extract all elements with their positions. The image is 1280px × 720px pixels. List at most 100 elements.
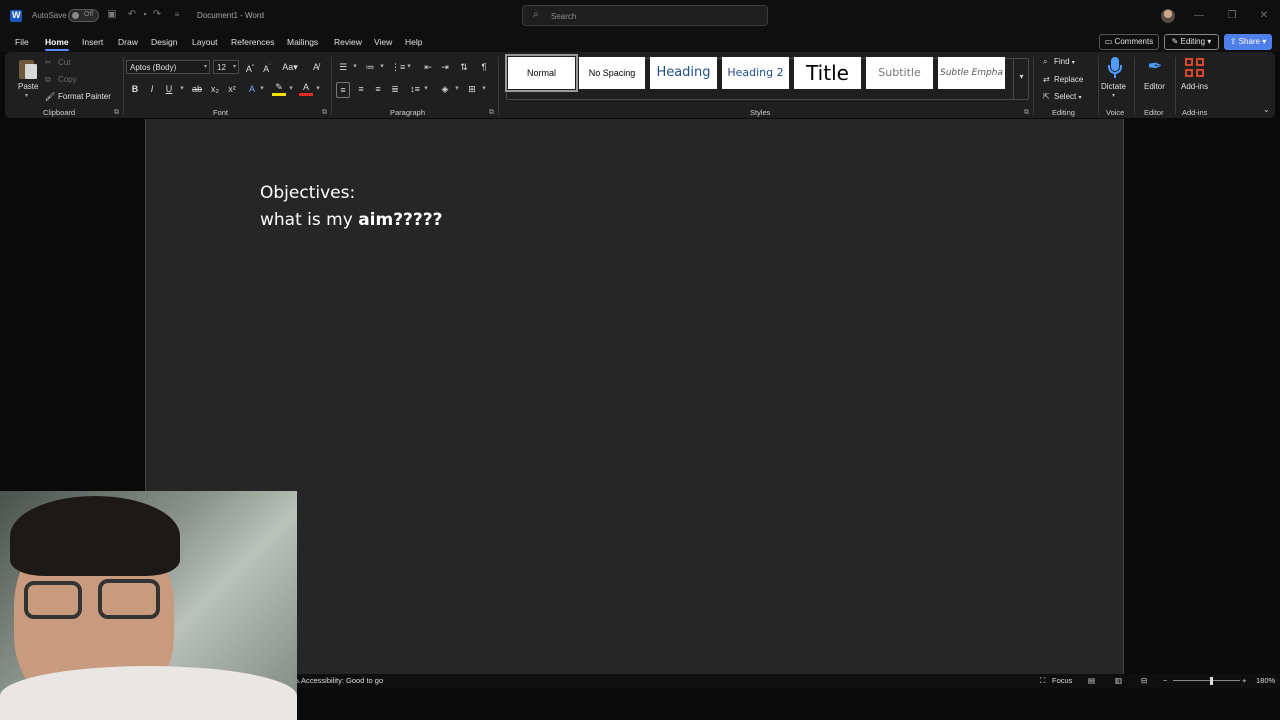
borders-icon[interactable]: ⊞ (465, 82, 479, 96)
close-icon[interactable]: ✕ (1256, 8, 1272, 24)
select-button[interactable]: ⇱ Select ▾ (1043, 92, 1081, 101)
decrease-indent-icon[interactable]: ⇤ (421, 60, 435, 74)
editor-pen-icon[interactable]: ✒ (1144, 56, 1166, 80)
superscript-icon[interactable]: x² (225, 82, 239, 96)
increase-indent-icon[interactable]: ⇥ (438, 60, 452, 74)
user-avatar[interactable] (1161, 9, 1175, 23)
redo-icon[interactable]: ↷ (151, 9, 163, 21)
borders-dropdown-icon[interactable]: ▾ (481, 82, 487, 96)
editor-button[interactable]: Editor (1144, 82, 1165, 91)
focus-button[interactable]: Focus (1052, 676, 1072, 685)
underline-dropdown-icon[interactable]: ▾ (179, 82, 185, 96)
subscript-icon[interactable]: x₂ (208, 82, 222, 96)
style-heading[interactable]: Heading (650, 57, 717, 89)
focus-icon[interactable]: ⛶ (1040, 676, 1045, 686)
paste-icon[interactable] (19, 58, 39, 80)
style-subtle-emphasis[interactable]: Subtle Empha (938, 57, 1005, 89)
line-spacing-dropdown-icon[interactable]: ▾ (423, 82, 429, 96)
addins-grid-icon[interactable] (1185, 58, 1205, 78)
bullets-dropdown-icon[interactable]: ▾ (352, 60, 358, 74)
justify-icon[interactable]: ≣ (388, 82, 402, 96)
tab-view[interactable]: View (374, 37, 392, 47)
collapse-ribbon-icon[interactable]: ⌄ (1263, 105, 1270, 114)
web-layout-icon[interactable]: ⊟ (1141, 676, 1147, 685)
tab-layout[interactable]: Layout (192, 37, 218, 47)
bullets-icon[interactable]: ☰ (336, 60, 350, 74)
autosave-toggle[interactable]: Off (68, 9, 99, 22)
highlight-icon[interactable]: ✎ (272, 82, 286, 96)
undo-icon[interactable]: ↶ (126, 9, 138, 21)
restore-icon[interactable]: ❐ (1224, 8, 1240, 24)
document-line-objectives[interactable]: Objectives: (260, 183, 355, 203)
sort-icon[interactable]: ⇅ (457, 60, 471, 74)
numbering-icon[interactable]: ≔ (363, 60, 377, 74)
paste-button[interactable]: Paste (18, 82, 38, 91)
cut-button[interactable]: ✂ Cut (45, 58, 70, 67)
line-spacing-icon[interactable]: ↕≡ (408, 82, 422, 96)
strikethrough-icon[interactable]: ab (190, 82, 204, 96)
shading-dropdown-icon[interactable]: ▾ (454, 82, 460, 96)
comments-button[interactable]: ▭ Comments (1099, 34, 1159, 50)
styles-more-icon[interactable]: ▾ (1013, 58, 1029, 100)
minimize-icon[interactable]: — (1191, 8, 1207, 24)
underline-icon[interactable]: U (162, 82, 176, 96)
multilevel-list-icon[interactable]: ⋮≡ (391, 60, 405, 74)
paragraph-launcher-icon[interactable]: ⧉ (489, 109, 494, 117)
tab-draw[interactable]: Draw (118, 37, 138, 47)
style-no-spacing[interactable]: No Spacing (579, 57, 645, 89)
tab-design[interactable]: Design (151, 37, 177, 47)
font-family-select[interactable]: Aptos (Body) ▾ (126, 60, 210, 74)
tab-mailings[interactable]: Mailings (287, 37, 318, 47)
editing-mode-button[interactable]: ✎ Editing ▾ (1164, 34, 1219, 50)
align-center-icon[interactable]: ≡ (354, 82, 368, 96)
zoom-in-icon[interactable]: + (1242, 676, 1246, 685)
clipboard-launcher-icon[interactable]: ⧉ (114, 109, 119, 117)
align-right-icon[interactable]: ≡ (371, 82, 385, 96)
font-size-select[interactable]: 12 ▾ (213, 60, 239, 74)
customize-toolbar-icon[interactable]: ≡ (171, 9, 183, 21)
tab-insert[interactable]: Insert (82, 37, 103, 47)
numbering-dropdown-icon[interactable]: ▾ (379, 60, 385, 74)
font-color-icon[interactable]: A (299, 82, 313, 96)
zoom-level[interactable]: 180% (1256, 676, 1275, 685)
document-line-question[interactable]: what is my aim????? (260, 210, 443, 230)
text-effects-icon[interactable]: A (245, 82, 259, 96)
paste-dropdown-icon[interactable]: ▾ (25, 92, 28, 99)
show-formatting-icon[interactable]: ¶ (477, 60, 491, 74)
accessibility-status[interactable]: Accessibility: Good to go (301, 676, 383, 685)
dictate-dropdown-icon[interactable]: ▾ (1112, 92, 1115, 99)
style-subtitle[interactable]: Subtitle (866, 57, 933, 89)
style-title[interactable]: Title (794, 57, 861, 89)
zoom-out-icon[interactable]: − (1163, 676, 1167, 685)
microphone-icon[interactable] (1106, 56, 1124, 80)
find-button[interactable]: ⌕ Find ▾ (1043, 57, 1075, 67)
styles-launcher-icon[interactable]: ⧉ (1024, 109, 1029, 117)
change-case-icon[interactable]: Aa▾ (280, 60, 300, 74)
share-button[interactable]: ⇪ Share ▾ (1224, 34, 1272, 50)
tab-file[interactable]: File (15, 37, 29, 47)
bold-icon[interactable]: B (128, 82, 142, 96)
clear-formatting-icon[interactable]: A̸ (309, 60, 323, 74)
shrink-font-icon[interactable]: Aˇ (260, 60, 274, 76)
tab-help[interactable]: Help (405, 37, 422, 47)
style-heading-2[interactable]: Heading 2 (722, 57, 789, 89)
zoom-slider[interactable] (1173, 680, 1240, 681)
font-color-dropdown-icon[interactable]: ▾ (315, 82, 321, 96)
italic-icon[interactable]: I (145, 82, 159, 96)
replace-button[interactable]: ⇄ Replace (1043, 75, 1083, 84)
font-launcher-icon[interactable]: ⧉ (322, 109, 327, 117)
align-left-icon[interactable]: ≡ (336, 82, 350, 98)
style-normal[interactable]: Normal (505, 54, 578, 92)
tab-references[interactable]: References (231, 37, 274, 47)
grow-font-icon[interactable]: A^ (243, 60, 257, 76)
dictate-button[interactable]: Dictate (1101, 82, 1126, 91)
tab-review[interactable]: Review (334, 37, 362, 47)
format-painter-button[interactable]: 🖌 Format Painter (45, 92, 111, 101)
copy-button[interactable]: ⧉ Copy (45, 75, 77, 85)
text-effects-dropdown-icon[interactable]: ▾ (259, 82, 265, 96)
save-icon[interactable]: ▣ (106, 9, 118, 21)
print-layout-icon[interactable]: ▥ (1115, 676, 1122, 685)
tab-home[interactable]: Home (45, 37, 69, 51)
highlight-dropdown-icon[interactable]: ▾ (288, 82, 294, 96)
read-mode-icon[interactable]: ▤ (1088, 676, 1095, 685)
